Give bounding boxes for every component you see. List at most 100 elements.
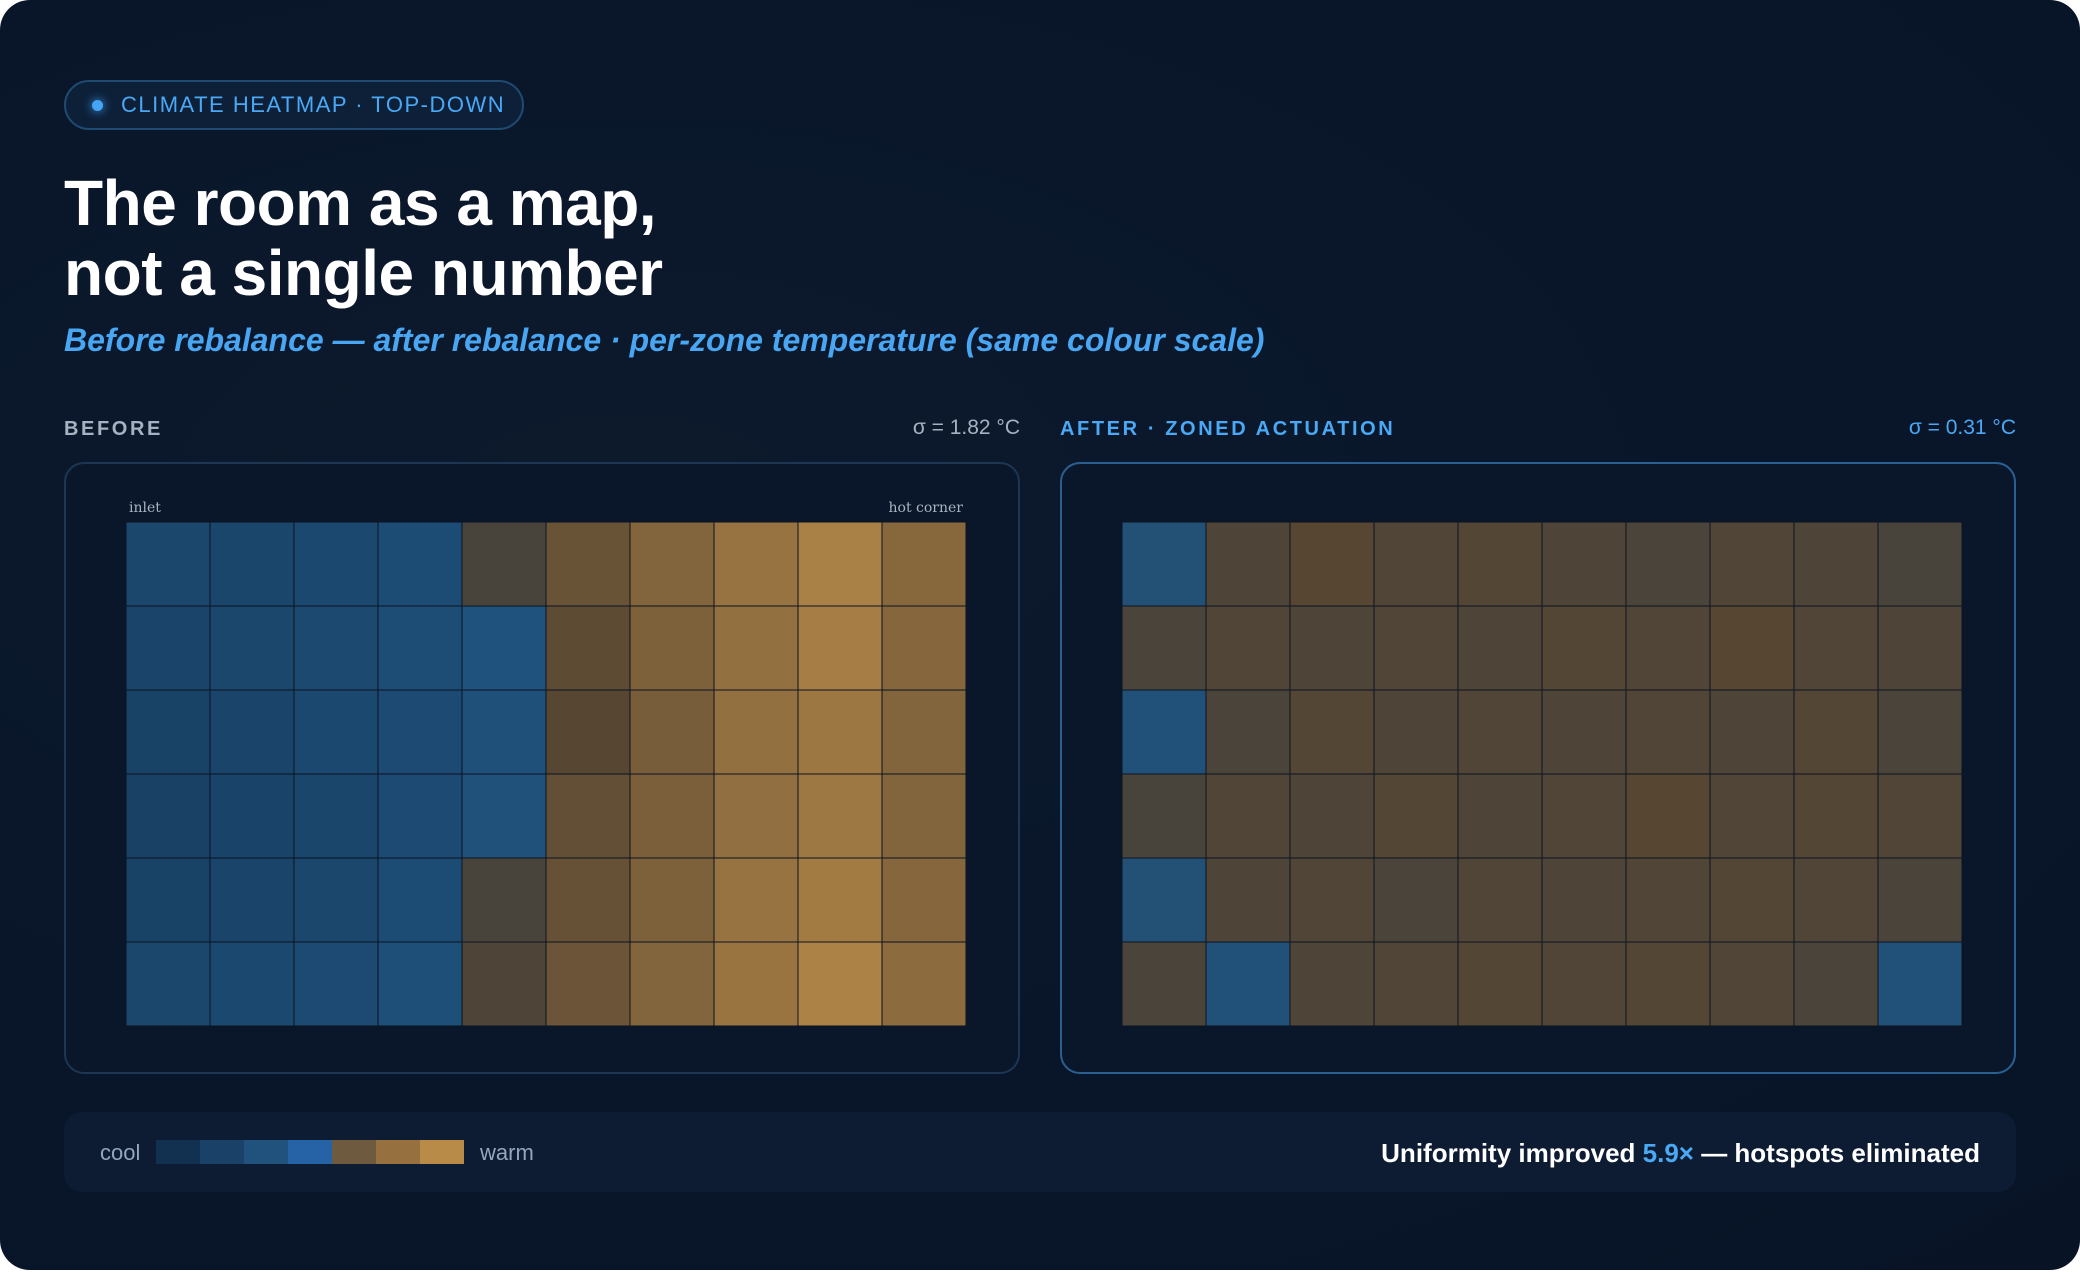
heatmap-cell: [1625, 773, 1711, 859]
heatmap-cell: [1289, 605, 1375, 691]
before-sigma: σ = 1.82 °C: [912, 416, 1020, 439]
heatmap-cell: [545, 941, 631, 1027]
legend-swatch: [332, 1140, 376, 1164]
badge-label: CLIMATE HEATMAP · TOP-DOWN: [121, 92, 506, 117]
heatmap-cell: [545, 605, 631, 691]
heatmap-cell: [1205, 605, 1291, 691]
heatmap-cell: [629, 857, 715, 943]
heatmap-cell: [461, 773, 547, 859]
legend-swatch: [376, 1140, 420, 1164]
heatmap-cell: [1373, 941, 1459, 1027]
heatmap-cell: [1793, 605, 1879, 691]
heatmap-cell: [1373, 857, 1459, 943]
heatmap-cell: [713, 941, 799, 1027]
summary-suffix: — hotspots eliminated: [1693, 1138, 1980, 1168]
dashboard-card: CLIMATE HEATMAP · TOP-DOWN The room as a…: [0, 0, 2080, 1270]
heatmap-cell: [461, 857, 547, 943]
heatmap-cell: [1289, 773, 1375, 859]
heatmap-cell: [1877, 941, 1963, 1027]
title-line-1: The room as a map,: [64, 167, 657, 239]
heatmap-cell: [545, 521, 631, 607]
heatmap-cell: [209, 857, 295, 943]
heatmap-cell: [881, 857, 967, 943]
heatmap-cell: [293, 605, 379, 691]
heatmap-cell: [629, 605, 715, 691]
legend-swatch: [244, 1140, 288, 1164]
title-line-2: not a single number: [64, 237, 663, 309]
heatmap-cell: [881, 773, 967, 859]
page-subtitle: Before rebalance — after rebalance · per…: [64, 322, 1265, 358]
heatmap-cell: [1373, 689, 1459, 775]
heatmap-cell: [545, 689, 631, 775]
heatmap-cell: [1373, 773, 1459, 859]
heatmap-cell: [377, 689, 463, 775]
heatmap-cell: [797, 521, 883, 607]
heatmap-cell: [1457, 689, 1543, 775]
heatmap-cell: [797, 857, 883, 943]
heatmap-cell: [713, 521, 799, 607]
heatmap-cell: [209, 773, 295, 859]
heatmap-cell: [125, 941, 211, 1027]
heatmap-cell: [209, 605, 295, 691]
heatmap-cell: [1121, 689, 1207, 775]
heatmap-cell: [1457, 773, 1543, 859]
heatmap-cell: [461, 941, 547, 1027]
heatmap-cell: [881, 605, 967, 691]
heatmap-cell: [797, 605, 883, 691]
heatmap-cell: [293, 689, 379, 775]
heatmap-cell: [1289, 521, 1375, 607]
summary-prefix: Uniformity improved: [1381, 1138, 1643, 1168]
heatmap-cell: [1121, 605, 1207, 691]
heatmap-cell: [1541, 605, 1627, 691]
heatmap-cell: [293, 773, 379, 859]
status-dot-icon: [92, 99, 103, 111]
heatmap-cell: [713, 773, 799, 859]
heatmap-cell: [545, 857, 631, 943]
heatmap-cell: [1625, 689, 1711, 775]
heatmap-cell: [209, 521, 295, 607]
legend-color-scale: [156, 1140, 464, 1164]
heatmap-cell: [1289, 857, 1375, 943]
heatmap-cell: [545, 773, 631, 859]
after-sigma: σ = 0.31 °C: [1908, 416, 2016, 439]
legend-bar: cool warm Uniformity improved 5.9× — hot…: [64, 1112, 2016, 1192]
heatmap-cell: [125, 857, 211, 943]
heatmap-cell: [797, 941, 883, 1027]
heatmap-cell: [1205, 857, 1291, 943]
heatmap-cell: [125, 773, 211, 859]
heatmap-cell: [881, 521, 967, 607]
summary-text: Uniformity improved 5.9× — hotspots elim…: [1381, 1138, 1980, 1169]
heatmap-cell: [1373, 521, 1459, 607]
heatmap-cell: [1373, 605, 1459, 691]
heatmap-cell: [293, 857, 379, 943]
heatmap-cell: [1541, 521, 1627, 607]
heatmap-cell: [1625, 521, 1711, 607]
heatmap-cell: [1457, 941, 1543, 1027]
heatmap-cell: [881, 941, 967, 1027]
before-heatmap: inlet hot corner: [125, 500, 967, 1027]
after-panel-label: AFTER · ZONED ACTUATION: [1060, 418, 1396, 440]
heatmap-cell: [125, 605, 211, 691]
heatmap-cell: [1289, 941, 1375, 1027]
heatmap-cell: [1457, 521, 1543, 607]
heatmap-cell: [1625, 605, 1711, 691]
heatmap-cell: [1625, 941, 1711, 1027]
heatmap-cell: [1541, 941, 1627, 1027]
summary-highlight: 5.9×: [1642, 1138, 1694, 1168]
heatmap-cell: [293, 941, 379, 1027]
heatmap-cell: [797, 773, 883, 859]
legend-swatch: [156, 1140, 200, 1164]
legend-cool-label: cool: [100, 1140, 141, 1165]
heatmap-cell: [1205, 941, 1291, 1027]
heatmap-cell: [1793, 689, 1879, 775]
heatmap-cell: [377, 521, 463, 607]
heatmap-cell: [881, 689, 967, 775]
heatmap-cell: [1541, 773, 1627, 859]
heatmap-cell: [1877, 605, 1963, 691]
heatmap-cell: [377, 857, 463, 943]
heatmap-cell: [629, 689, 715, 775]
legend-swatch: [288, 1140, 332, 1164]
heatmap-cell: [1457, 605, 1543, 691]
legend-swatch: [200, 1140, 244, 1164]
page-title: The room as a map, not a single number: [64, 168, 663, 308]
